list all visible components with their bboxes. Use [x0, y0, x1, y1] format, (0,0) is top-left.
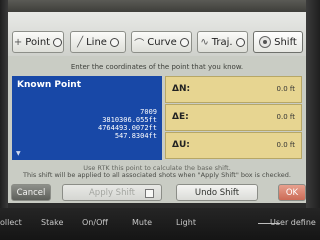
instruction-text: Enter the coordinates of the point that …: [70, 63, 244, 71]
trajectory-icon: ∿: [200, 36, 209, 48]
device-screen: + Point ╱ Line ⌒ Curve ∿ Traj. Shift Ent…: [8, 12, 306, 203]
hw-key-user-define[interactable]: User define: [270, 218, 320, 227]
undo-shift-button[interactable]: Undo Shift: [176, 184, 258, 201]
device-bezel-right: [306, 0, 320, 240]
hw-key-stake[interactable]: Stake: [41, 218, 63, 227]
hw-key-mute[interactable]: Mute: [132, 218, 152, 227]
delta-north-label: ΔN:: [172, 84, 191, 94]
known-point-northing: 3810306.055ft: [102, 116, 157, 124]
delta-north-field[interactable]: ΔN: 0.0 ft: [165, 76, 302, 103]
tab-traj-label: Traj.: [211, 36, 233, 48]
chevron-down-icon: ▼: [16, 150, 21, 157]
info-text-apply: This shift will be applied to all associ…: [23, 171, 291, 179]
known-point-elevation: 547.8304ft: [114, 132, 157, 140]
delta-up-value: 0.0 ft: [276, 141, 295, 149]
known-point-panel[interactable]: Known Point 7009 3810306.055ft 4764493.0…: [12, 76, 162, 160]
tab-traj[interactable]: ∿ Traj.: [197, 31, 248, 53]
tab-point-radio[interactable]: [53, 37, 63, 47]
tab-line-radio[interactable]: [109, 37, 119, 47]
plus-icon: +: [13, 36, 23, 48]
ok-button[interactable]: OK: [278, 184, 306, 201]
curve-icon: ⌒: [134, 38, 145, 50]
tab-curve-radio[interactable]: [179, 37, 189, 47]
tab-traj-radio[interactable]: [235, 37, 245, 47]
delta-up-label: ΔU:: [172, 140, 190, 150]
tab-line-label: Line: [86, 36, 107, 48]
tab-curve[interactable]: ⌒ Curve: [131, 31, 192, 53]
delta-east-value: 0.0 ft: [276, 113, 295, 121]
delta-up-field[interactable]: ΔU: 0.0 ft: [165, 132, 302, 159]
hw-key-collect[interactable]: ollect: [0, 218, 22, 227]
tab-shift-label: Shift: [274, 36, 297, 48]
cancel-button[interactable]: Cancel: [11, 184, 51, 201]
line-icon: ╱: [77, 36, 84, 48]
tab-shift[interactable]: Shift: [253, 31, 303, 53]
tab-line[interactable]: ╱ Line: [70, 31, 126, 53]
known-point-id: 7009: [140, 108, 157, 116]
tab-curve-label: Curve: [147, 36, 177, 48]
mode-tab-bar: + Point ╱ Line ⌒ Curve ∿ Traj. Shift: [8, 12, 306, 56]
hw-key-light[interactable]: Light: [176, 218, 196, 227]
shift-icon: [259, 36, 272, 48]
apply-shift-checkbox[interactable]: [145, 189, 154, 198]
known-point-easting: 4764493.0072ft: [97, 124, 157, 132]
delta-north-value: 0.0 ft: [276, 85, 295, 93]
tab-point[interactable]: + Point: [12, 31, 64, 53]
delta-east-label: ΔE:: [172, 112, 189, 122]
delta-east-field[interactable]: ΔE: 0.0 ft: [165, 104, 302, 131]
known-point-title: Known Point: [17, 80, 81, 90]
tab-point-label: Point: [25, 36, 51, 48]
hw-key-onoff[interactable]: On/Off: [82, 218, 108, 227]
device-bezel-left: [0, 0, 8, 240]
